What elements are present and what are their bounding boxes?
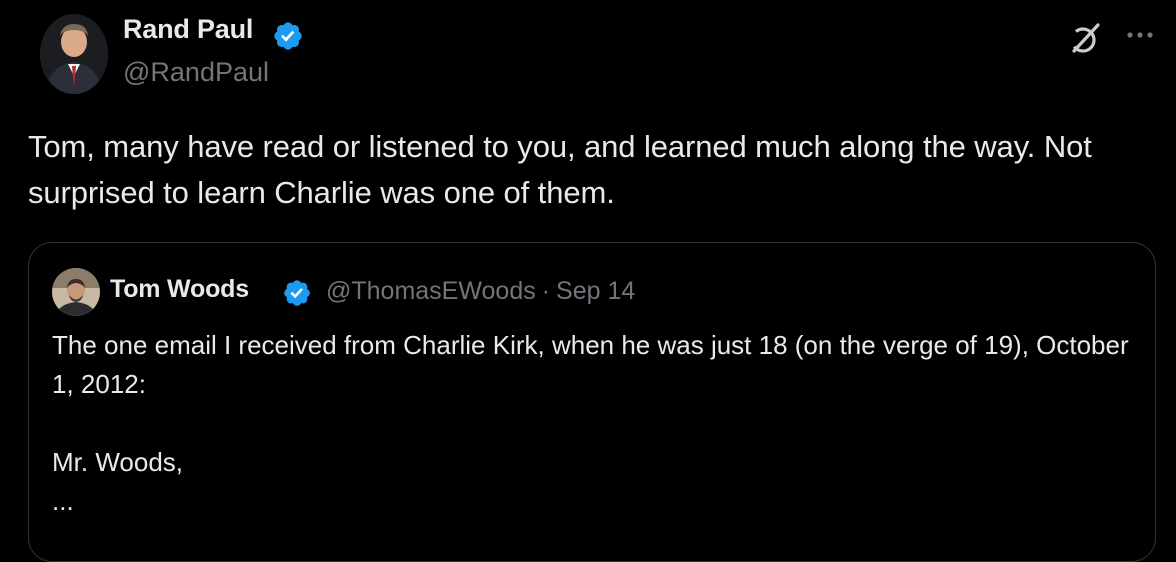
avatar-image (52, 268, 100, 316)
author-name[interactable]: Rand Paul (123, 14, 253, 45)
author-avatar[interactable] (40, 14, 108, 94)
quoted-author-avatar[interactable] (52, 268, 100, 316)
quoted-post-meta: @ThomasEWoods · Sep 14 (326, 277, 635, 306)
post-text: Tom, many have read or listened to you, … (28, 129, 1092, 210)
quoted-post-date[interactable]: Sep 14 (556, 277, 635, 305)
verified-badge-icon (284, 280, 310, 306)
author-handle[interactable]: @RandPaul (123, 57, 269, 88)
grok-icon[interactable] (1066, 20, 1104, 58)
avatar-image (40, 14, 108, 94)
meta-separator: · (541, 277, 551, 305)
quoted-post-text: The one email I received from Charlie Ki… (52, 330, 1129, 516)
quoted-author-handle[interactable]: @ThomasEWoods (326, 277, 536, 305)
verified-badge-icon (274, 22, 302, 50)
more-options-icon[interactable] (1120, 20, 1160, 50)
quoted-author-name[interactable]: Tom Woods (110, 275, 249, 304)
